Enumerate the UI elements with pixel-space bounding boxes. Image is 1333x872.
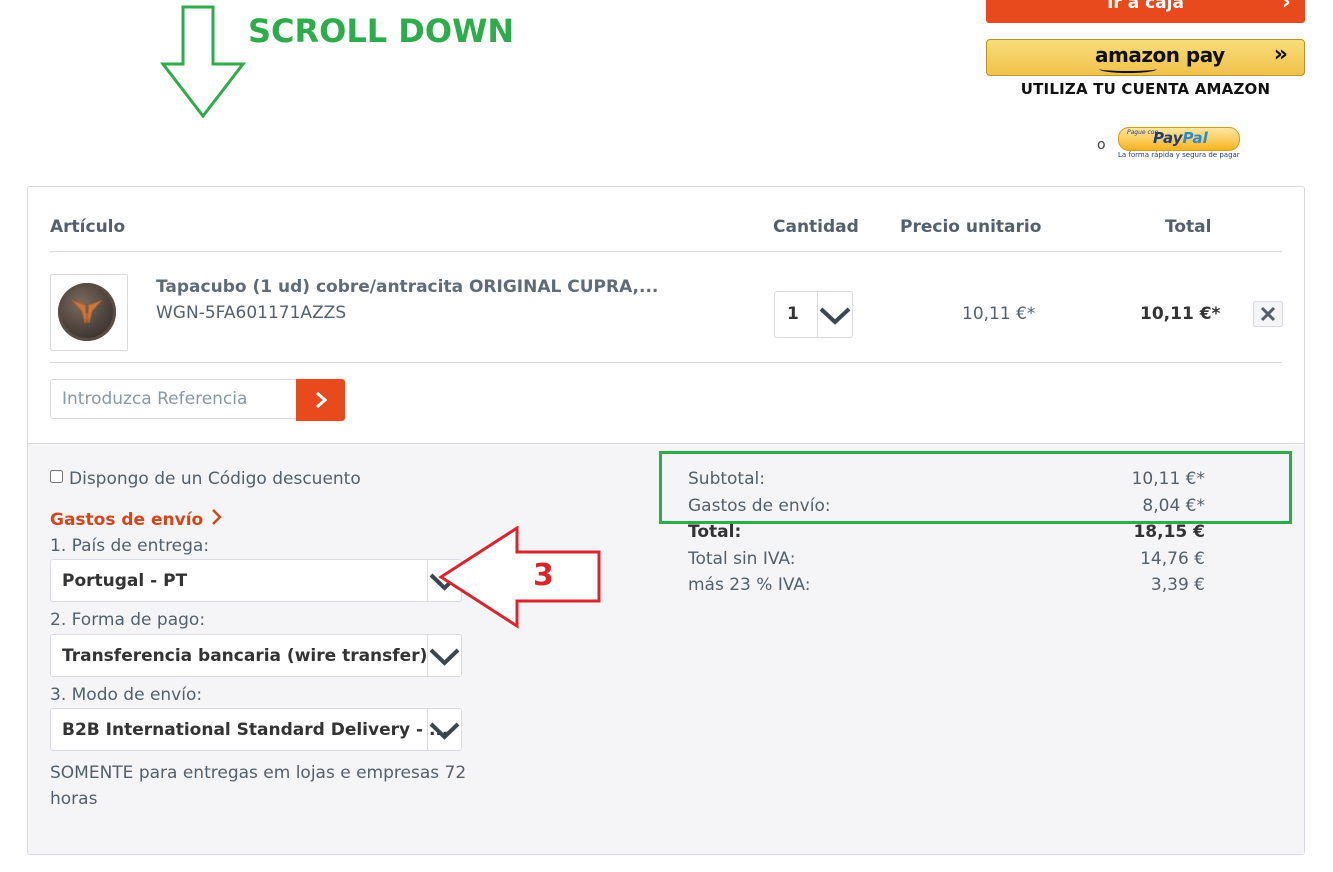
country-label: 1. País de entrega: <box>50 536 210 556</box>
chevron-down-icon <box>817 292 852 337</box>
step-number-annotation: 3 <box>533 558 554 593</box>
paypal-tagline: La forma rápida y segura de pagar <box>1118 151 1240 159</box>
shipping-note: SOMENTE para entregas em lojas e empresa… <box>50 763 467 809</box>
net-total-label: Total sin IVA: <box>688 549 796 569</box>
amazon-smile-icon <box>1099 65 1157 73</box>
double-chevron-icon: » <box>1273 42 1288 67</box>
column-unit-price: Precio unitario <box>900 217 1042 237</box>
amazon-pay-button[interactable]: amazon pay » <box>986 39 1305 76</box>
unit-price: 10,11 €* <box>962 304 1036 324</box>
header-divider <box>50 251 1282 252</box>
shipping-method-label: 3. Modo de envío: <box>50 685 203 705</box>
close-icon <box>1260 306 1276 322</box>
amazon-pay-caption: UTILIZA TU CUENTA AMAZON <box>1020 80 1271 98</box>
discount-checkbox[interactable] <box>50 470 63 483</box>
shipping-costs-link[interactable]: Gastos de envío <box>50 509 223 530</box>
total-label: Total: <box>688 522 742 542</box>
net-total-value: 14,76 € <box>1140 549 1205 569</box>
vat-value: 3,39 € <box>1150 575 1205 595</box>
reference-input[interactable] <box>50 379 296 419</box>
product-thumbnail[interactable] <box>50 274 128 351</box>
payment-label: 2. Forma de pago: <box>50 610 206 630</box>
line-total: 10,11 €* <box>1140 304 1221 324</box>
column-total: Total <box>1165 217 1212 237</box>
shipping-costs-label: Gastos de envío <box>50 510 204 530</box>
shipping-method-select[interactable]: B2B International Standard Delivery - ..… <box>50 708 462 751</box>
country-select[interactable]: Portugal - PT <box>50 559 462 602</box>
paypal-button[interactable]: Pague con PayPal <box>1118 127 1240 151</box>
shipping-cost-label: Gastos de envío: <box>688 496 831 516</box>
step-arrow-left-icon <box>437 525 603 634</box>
subtotal-label: Subtotal: <box>688 469 765 489</box>
remove-item-button[interactable] <box>1253 301 1283 327</box>
product-sku: WGN-5FA601171AZZS <box>156 303 347 323</box>
discount-label: Dispongo de un Código descuento <box>69 469 361 489</box>
payment-method-value: Transferencia bancaria (wire transfer) <box>62 646 428 666</box>
discount-code-checkbox[interactable]: Dispongo de un Código descuento <box>50 469 361 489</box>
column-article: Artículo <box>50 217 126 237</box>
cupra-hubcap-image <box>58 283 116 341</box>
quantity-select[interactable]: 1 <box>774 291 853 338</box>
column-quantity: Cantidad <box>773 217 859 237</box>
quantity-value: 1 <box>787 304 799 324</box>
add-reference-button[interactable] <box>296 379 345 421</box>
amazon-pay-logo: amazon pay <box>1095 43 1225 67</box>
country-value: Portugal - PT <box>62 571 188 591</box>
payment-method-select[interactable]: Transferencia bancaria (wire transfer) <box>50 634 462 677</box>
total-value: 18,15 € <box>1133 522 1205 542</box>
checkout-label: Ir a caja <box>1107 0 1184 13</box>
or-label: o <box>1097 137 1106 153</box>
chevron-down-icon <box>427 635 461 676</box>
shipping-method-value: B2B International Standard Delivery - ..… <box>62 720 449 740</box>
vat-label: más 23 % IVA: <box>688 575 811 595</box>
scroll-down-arrow-icon <box>158 4 248 124</box>
subtotal-value: 10,11 €* <box>1131 469 1205 489</box>
item-divider <box>50 362 1282 363</box>
chevron-right-icon <box>315 391 327 409</box>
scroll-down-annotation: SCROLL DOWN <box>248 12 515 50</box>
paypal-logo: PayPal <box>1153 129 1208 147</box>
chevron-right-icon: › <box>1281 0 1291 15</box>
shipping-cost-value: 8,04 €* <box>1142 496 1205 516</box>
chevron-down-icon <box>427 709 461 750</box>
product-name-link[interactable]: Tapacubo (1 ud) cobre/antracita ORIGINAL… <box>156 277 658 297</box>
checkout-button[interactable]: Ir a caja › <box>986 0 1305 23</box>
chevron-right-icon <box>212 509 222 525</box>
